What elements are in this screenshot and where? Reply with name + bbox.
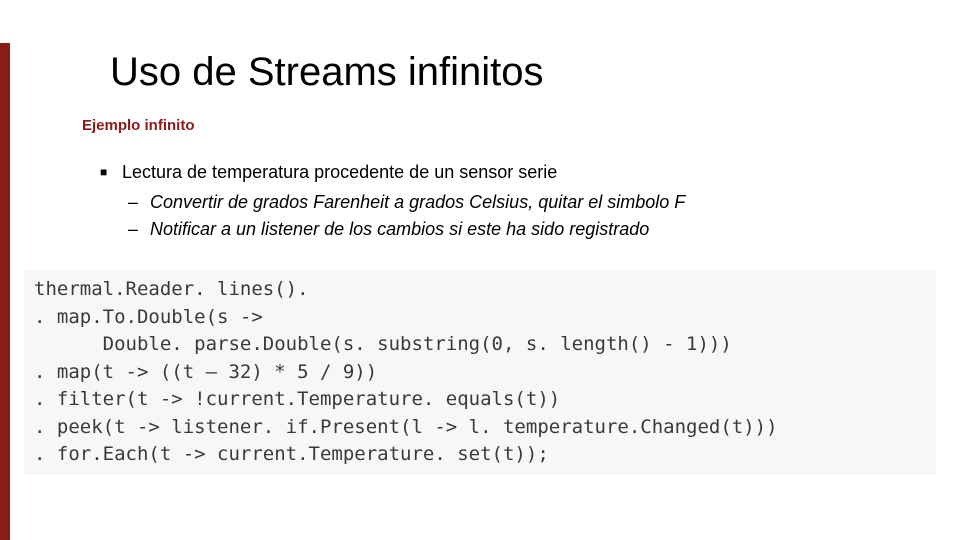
bullet-list: Lectura de temperatura procedente de un … [100, 162, 920, 243]
code-block: thermal.Reader. lines(). . map.To.Double… [24, 270, 936, 475]
bullet-text: Lectura de temperatura procedente de un … [122, 162, 557, 182]
slide-content: Uso de Streams infinitos Ejemplo infinit… [0, 0, 960, 243]
sub-bullet-item: Notificar a un listener de los cambios s… [122, 216, 920, 243]
slide-title: Uso de Streams infinitos [110, 50, 920, 95]
accent-bar [0, 43, 10, 540]
bullet-item: Lectura de temperatura procedente de un … [100, 162, 920, 243]
slide-subtitle: Ejemplo infinito [82, 117, 920, 134]
sub-list: Convertir de grados Farenheit a grados C… [122, 189, 920, 243]
sub-bullet-item: Convertir de grados Farenheit a grados C… [122, 189, 920, 216]
